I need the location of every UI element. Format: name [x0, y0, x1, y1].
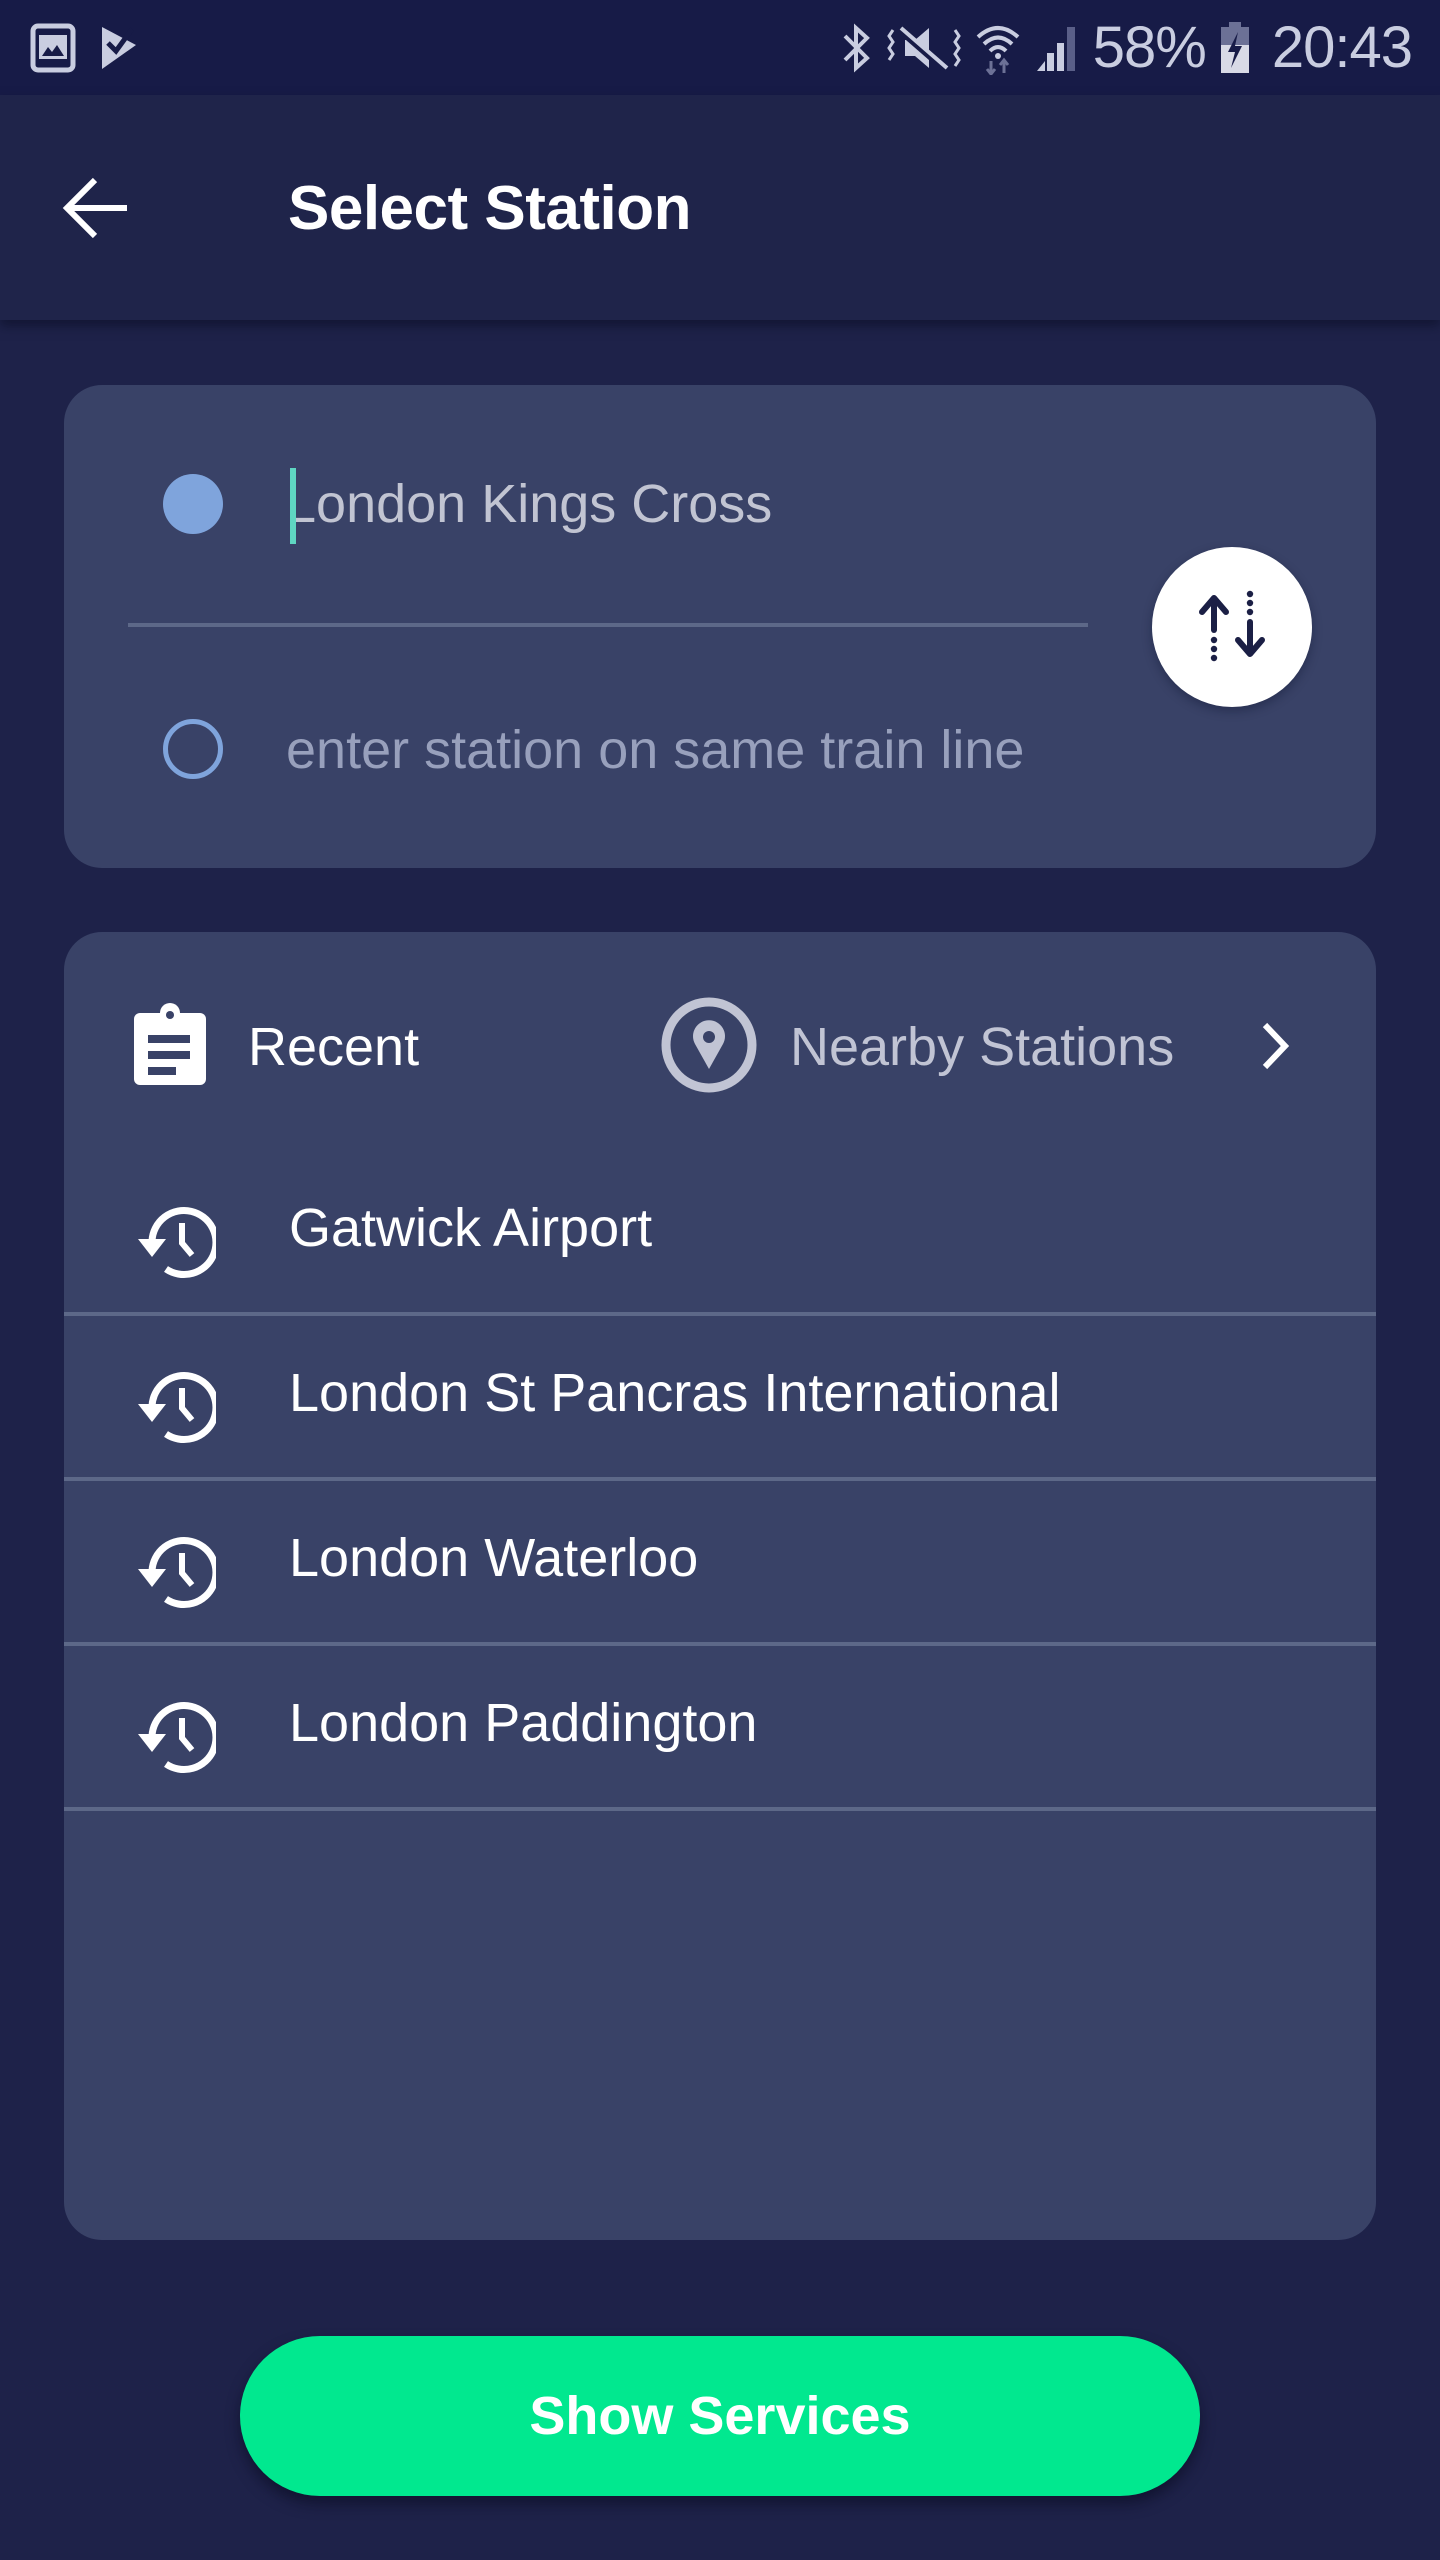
- signal-icon: [1035, 23, 1079, 73]
- clipboard-icon: [132, 1002, 208, 1092]
- history-icon: [132, 1199, 216, 1283]
- swap-stations-button[interactable]: [1152, 547, 1312, 707]
- swap-vertical-icon: [1194, 590, 1270, 665]
- arrow-left-icon: [61, 176, 131, 245]
- show-services-button[interactable]: Show Services: [240, 2336, 1200, 2496]
- status-bar: 58% 20:43: [0, 0, 1440, 95]
- battery-percent: 58%: [1092, 15, 1207, 80]
- tab-recent[interactable]: Recent: [132, 992, 419, 1102]
- battery-charging-icon: [1220, 21, 1250, 74]
- tab-nearby-stations-label: Nearby Stations: [790, 1017, 1175, 1077]
- destination-station-input[interactable]: [286, 705, 1146, 795]
- history-icon: [132, 1529, 216, 1613]
- bluetooth-icon: [839, 22, 873, 74]
- route-divider: [128, 623, 1088, 627]
- gallery-icon: [30, 23, 76, 73]
- route-card: [64, 385, 1376, 868]
- station-name: London Waterloo: [289, 1528, 699, 1588]
- origin-dot-icon: [163, 474, 223, 534]
- recent-stations-list: Gatwick Airport London St Pancras Intern…: [64, 1151, 1376, 1811]
- stations-card: Recent Nearby Stations Gatwick Airport L…: [64, 932, 1376, 2240]
- status-right-icons: 58% 20:43: [839, 14, 1413, 81]
- location-pin-icon: [660, 996, 758, 1099]
- tabs-row: Recent Nearby Stations: [64, 932, 1376, 1162]
- station-name: London Paddington: [289, 1693, 758, 1753]
- origin-station-input[interactable]: [286, 459, 1146, 549]
- wifi-icon: [975, 21, 1021, 75]
- clock: 20:43: [1271, 15, 1413, 80]
- tab-nearby-stations[interactable]: Nearby Stations: [660, 980, 1174, 1114]
- recent-station-item[interactable]: Gatwick Airport: [64, 1151, 1376, 1316]
- page-title: Select Station: [288, 174, 692, 243]
- recent-station-item[interactable]: London Waterloo: [64, 1481, 1376, 1646]
- chevron-right-icon: [1257, 1021, 1291, 1076]
- tab-recent-label: Recent: [248, 1017, 420, 1077]
- history-icon: [132, 1364, 216, 1448]
- destination-ring-icon: [163, 719, 223, 779]
- station-name: Gatwick Airport: [289, 1198, 653, 1258]
- status-left-icons: [30, 23, 142, 73]
- recent-station-item[interactable]: London St Pancras International: [64, 1316, 1376, 1481]
- history-icon: [132, 1694, 216, 1778]
- mute-vibrate-icon: [886, 22, 961, 74]
- task-check-icon: [98, 23, 142, 73]
- app-bar: Select Station: [0, 95, 1440, 320]
- text-cursor: [290, 468, 296, 544]
- recent-station-item[interactable]: London Paddington: [64, 1646, 1376, 1811]
- tabs-next-button[interactable]: [1244, 1018, 1304, 1078]
- back-button[interactable]: [56, 170, 136, 250]
- station-name: London St Pancras International: [289, 1363, 1061, 1423]
